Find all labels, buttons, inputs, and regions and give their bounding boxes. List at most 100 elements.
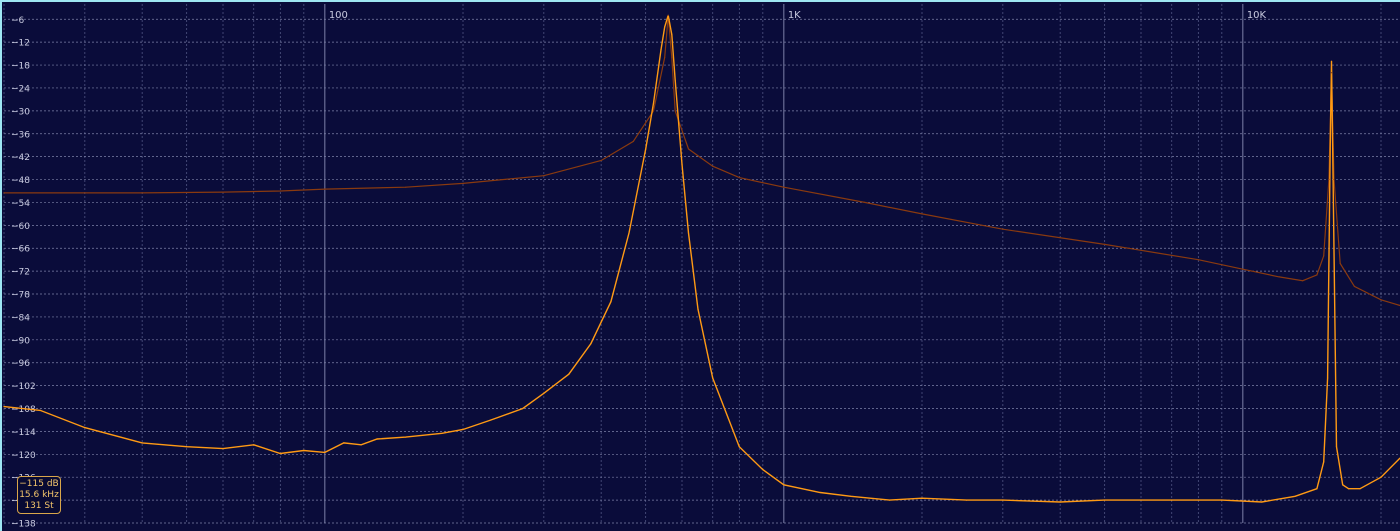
envelope-point [632,140,634,142]
spectrum-point [681,163,683,165]
spectrum-point [628,232,630,234]
y-tick-label: −36 [11,130,30,140]
envelope-point [1333,178,1335,181]
envelope-point [671,56,673,59]
spectrum-point [671,33,673,36]
spectrum-point [687,232,690,234]
spectrum-point [1359,488,1361,490]
spectrum-point [522,407,524,410]
envelope-point [652,110,655,112]
spectrum-point [850,495,852,497]
readout-level: −115 dB [19,479,59,489]
spectrum-point [1342,484,1344,486]
envelope-point [324,188,326,190]
envelope-point [1197,259,1199,261]
spectrum-point [1330,60,1333,62]
x-tick-label: 1K [788,10,801,21]
envelope-point [1328,178,1330,181]
spectrum-point [590,343,592,345]
envelope-point [738,177,740,179]
spectrum-point [1171,499,1173,501]
y-tick-label: −54 [11,199,30,209]
y-tick-label: −114 [11,428,36,438]
x-tick-label: 100 [329,10,348,21]
y-tick-label: −12 [11,39,30,49]
envelope-point [667,14,669,16]
spectrum-point [441,432,443,434]
spectrum-point [1059,501,1061,503]
envelope-point [664,56,666,59]
spectrum-point [84,427,86,429]
envelope-point [3,192,5,194]
spectrum-point [490,419,492,421]
envelope-point [600,159,602,162]
spectrum-plot[interactable]: −6 −12 −18 −24 −30 −36 −42 −48 −54 −60 −66 −72 −78 −8… [2,2,1400,531]
envelope-point [462,182,464,184]
spectrum-point [697,308,699,310]
envelope-point [687,148,690,150]
spectrum-point [762,469,764,471]
spectrum-point [253,444,255,446]
spectrum-point [1221,499,1223,501]
spectrum-point [1380,476,1382,478]
spectrum-point [819,491,821,494]
spectrum-point [1002,499,1004,501]
spectrum-point [610,301,612,303]
envelope-point [1302,280,1304,282]
spectrum-point [1323,461,1325,463]
spectrum-point [1335,446,1338,448]
spectrum-point [568,373,570,375]
spectrum-point [462,428,464,431]
readout-note: 131 St [24,501,54,511]
envelope-point [1104,243,1106,245]
y-tick-label: −60 [11,222,30,232]
spectrum-point [783,484,785,486]
spectrum-point [1294,495,1296,497]
spectrum-point [186,446,188,448]
envelope-point [1323,255,1325,257]
spectrum-analyzer-window: −6 −12 −18 −24 −30 −36 −42 −48 −54 −60 −66 −72 −78 −8… [0,0,1400,531]
spectrum-point [3,406,5,408]
readout-frequency: 15.6 kHz [19,490,59,500]
envelope-point [1330,72,1333,74]
spectrum-point [39,409,41,411]
spectrum-point [303,449,305,452]
spectrum-point [1329,148,1331,150]
spectrum-point [664,26,666,28]
spectrum-point [1104,499,1106,501]
spectrum-point [738,446,740,448]
envelope-point [1316,274,1318,276]
spectrum-point [652,102,655,104]
envelope-point [405,186,407,188]
y-tick-label: −72 [11,268,30,278]
y-tick-label: −66 [11,245,30,255]
envelope-point [1002,228,1004,230]
y-tick-label: −42 [11,153,30,163]
y-tick-label: −90 [11,336,30,346]
spectrum-point [360,444,362,446]
spectrum-point [222,448,224,450]
envelope-point [279,190,281,192]
x-tick-label: 10K [1247,10,1267,21]
envelope-point [864,201,866,203]
envelope-point [674,110,676,112]
spectrum-point [645,148,647,150]
spectrum-point [1348,488,1350,490]
envelope-point [783,186,785,188]
envelope-point [712,165,714,167]
spectrum-point [1327,377,1329,379]
y-tick-label: −96 [11,359,30,369]
y-tick-label: −102 [11,382,36,392]
y-tick-label: −84 [11,313,30,323]
y-tick-label: −18 [11,62,30,72]
spectrum-point [889,499,891,501]
envelope-point [1278,276,1280,278]
spectrum-point [279,452,281,455]
spectrum-point [405,436,407,438]
cursor-readout: −115 dB 15.6 kHz 131 St [17,476,61,514]
envelope-point [1380,299,1382,301]
y-tick-label: −78 [11,291,30,301]
spectrum-point [965,499,968,501]
spectrum-point [1316,488,1318,490]
spectrum-point [921,497,923,499]
